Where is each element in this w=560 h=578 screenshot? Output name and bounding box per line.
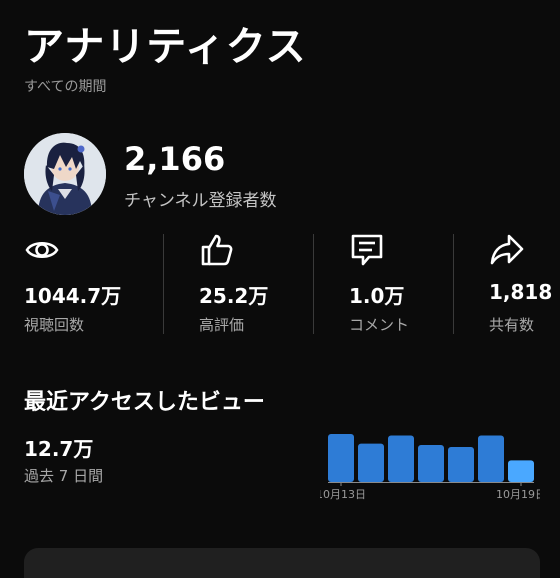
stats-row: 1044.7万 視聴回数 25.2万 高評価 1.0万 コメント 1,818 共… — [0, 230, 560, 340]
channel-avatar[interactable] — [24, 133, 106, 215]
chart-bar — [328, 434, 354, 482]
page-title: アナリティクス — [24, 24, 307, 70]
stat-divider — [313, 234, 314, 334]
share-icon — [489, 232, 525, 268]
thumbs-up-icon — [199, 232, 235, 268]
stat-shares-label: 共有数 — [489, 316, 535, 334]
comment-icon — [349, 232, 385, 268]
next-card[interactable] — [24, 548, 540, 578]
recent-views-period: 過去 7 日間 — [24, 467, 104, 485]
stat-comments-label: コメント — [349, 316, 410, 334]
chart-bar — [508, 460, 534, 482]
stat-views-value: 1044.7万 — [24, 284, 122, 308]
recent-views-title[interactable]: 最近アクセスしたビュー — [24, 384, 265, 416]
period-subtitle: すべての期間 — [24, 79, 107, 95]
stat-likes-label: 高評価 — [199, 316, 245, 334]
stat-divider — [453, 234, 454, 334]
recent-views-value: 12.7万 — [24, 437, 94, 461]
stat-shares-value: 1,818 — [489, 280, 553, 304]
stat-divider — [163, 234, 164, 334]
subscriber-count: 2,166 — [124, 140, 226, 178]
chart-bar — [358, 443, 384, 482]
chart-bar — [448, 446, 474, 482]
bar-chart-svg: 10月13日 10月19日 — [316, 434, 546, 501]
subscriber-label: チャンネル登録者数 — [124, 191, 277, 211]
chart-bar — [388, 435, 414, 482]
stat-likes-value: 25.2万 — [199, 284, 269, 308]
chart-tick-label: 10月19日 — [496, 488, 540, 501]
chart-bar — [478, 435, 504, 482]
recent-views-chart[interactable]: 10月13日 10月19日 — [316, 426, 546, 506]
chart-tick-label: 10月13日 — [320, 488, 366, 501]
stat-views-label: 視聴回数 — [24, 316, 85, 334]
eye-icon — [24, 232, 60, 268]
stat-comments-value: 1.0万 — [349, 284, 405, 308]
chart-bar — [418, 445, 444, 482]
